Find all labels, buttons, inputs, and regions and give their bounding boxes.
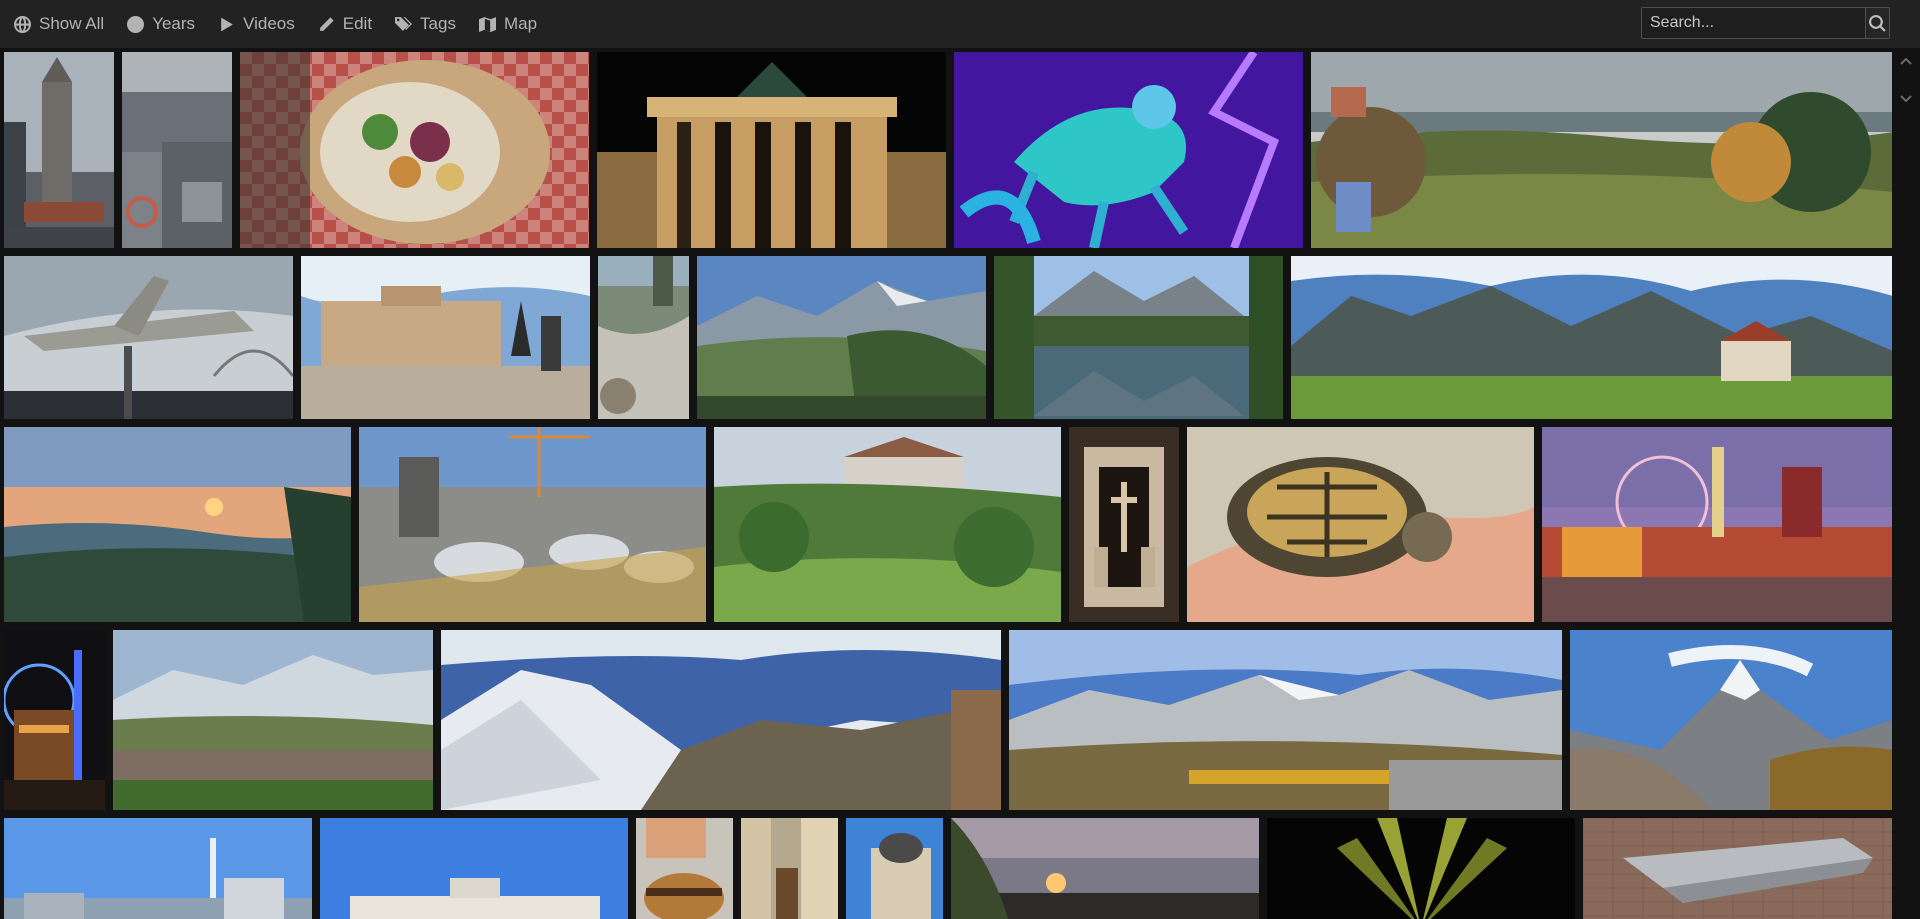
photo-thumbnail[interactable] bbox=[1311, 52, 1893, 248]
search-input[interactable] bbox=[1642, 8, 1865, 38]
photo-thumbnail[interactable] bbox=[1267, 818, 1575, 919]
chevron-up-icon bbox=[1900, 57, 1912, 65]
photo-thumbnail[interactable] bbox=[714, 427, 1061, 622]
nav-tags[interactable]: Tags bbox=[395, 14, 456, 34]
photo-thumbnail[interactable] bbox=[4, 52, 114, 248]
nav-videos[interactable]: Videos bbox=[218, 14, 295, 34]
nav-label: Videos bbox=[243, 14, 295, 33]
photo-thumbnail[interactable] bbox=[954, 52, 1303, 248]
photo-thumbnail[interactable] bbox=[301, 256, 590, 419]
main-nav: Show All Years Videos Edit Tags Map bbox=[14, 0, 560, 48]
photo-thumbnail[interactable] bbox=[4, 256, 293, 419]
photo-gallery bbox=[0, 48, 1894, 919]
nav-label: Edit bbox=[342, 14, 373, 33]
photo-thumbnail[interactable] bbox=[1542, 427, 1893, 622]
photo-thumbnail[interactable] bbox=[994, 256, 1283, 419]
nav-edit[interactable]: Edit bbox=[318, 14, 372, 34]
nav-label: Map bbox=[503, 14, 538, 33]
nav-label: Years bbox=[152, 14, 196, 33]
play-icon bbox=[218, 16, 235, 33]
search-button[interactable] bbox=[1865, 8, 1889, 38]
photo-thumbnail[interactable] bbox=[4, 818, 312, 919]
photo-thumbnail[interactable] bbox=[1009, 630, 1562, 810]
photo-thumbnail[interactable] bbox=[1583, 818, 1893, 919]
chevron-down-icon bbox=[1900, 95, 1912, 103]
photo-thumbnail[interactable] bbox=[113, 630, 433, 810]
photo-thumbnail[interactable] bbox=[741, 818, 838, 919]
photo-thumbnail[interactable] bbox=[1291, 256, 1893, 419]
photo-thumbnail[interactable] bbox=[1069, 427, 1179, 622]
photo-thumbnail[interactable] bbox=[697, 256, 986, 419]
photo-thumbnail[interactable] bbox=[951, 818, 1259, 919]
nav-label: Tags bbox=[420, 14, 456, 33]
photo-thumbnail[interactable] bbox=[598, 256, 689, 419]
photo-thumbnail[interactable] bbox=[597, 52, 946, 248]
map-icon bbox=[478, 16, 496, 33]
photo-thumbnail[interactable] bbox=[636, 818, 733, 919]
scroll-up-button[interactable] bbox=[1894, 50, 1918, 74]
tags-icon bbox=[395, 16, 413, 33]
photo-thumbnail[interactable] bbox=[846, 818, 943, 919]
photo-thumbnail[interactable] bbox=[1570, 630, 1893, 810]
photo-thumbnail[interactable] bbox=[320, 818, 628, 919]
search-icon bbox=[1869, 14, 1886, 32]
photo-thumbnail[interactable] bbox=[122, 52, 232, 248]
clock-icon bbox=[127, 15, 145, 33]
nav-label: Show All bbox=[39, 14, 105, 33]
nav-show-all[interactable]: Show All bbox=[14, 14, 104, 34]
nav-years[interactable]: Years bbox=[127, 14, 195, 34]
gallery-scrollbar[interactable] bbox=[1892, 48, 1920, 919]
photo-thumbnail[interactable] bbox=[441, 630, 1001, 810]
photo-thumbnail[interactable] bbox=[4, 630, 105, 810]
nav-map[interactable]: Map bbox=[478, 14, 538, 34]
top-navbar: Show All Years Videos Edit Tags Map Sear… bbox=[0, 0, 1920, 48]
search-box bbox=[1641, 7, 1890, 39]
scroll-down-button[interactable] bbox=[1894, 86, 1918, 110]
photo-thumbnail[interactable] bbox=[4, 427, 351, 622]
photo-thumbnail[interactable] bbox=[240, 52, 589, 248]
pencil-icon bbox=[318, 16, 335, 33]
globe-icon bbox=[14, 15, 31, 33]
photo-thumbnail[interactable] bbox=[359, 427, 706, 622]
photo-thumbnail[interactable] bbox=[1187, 427, 1534, 622]
